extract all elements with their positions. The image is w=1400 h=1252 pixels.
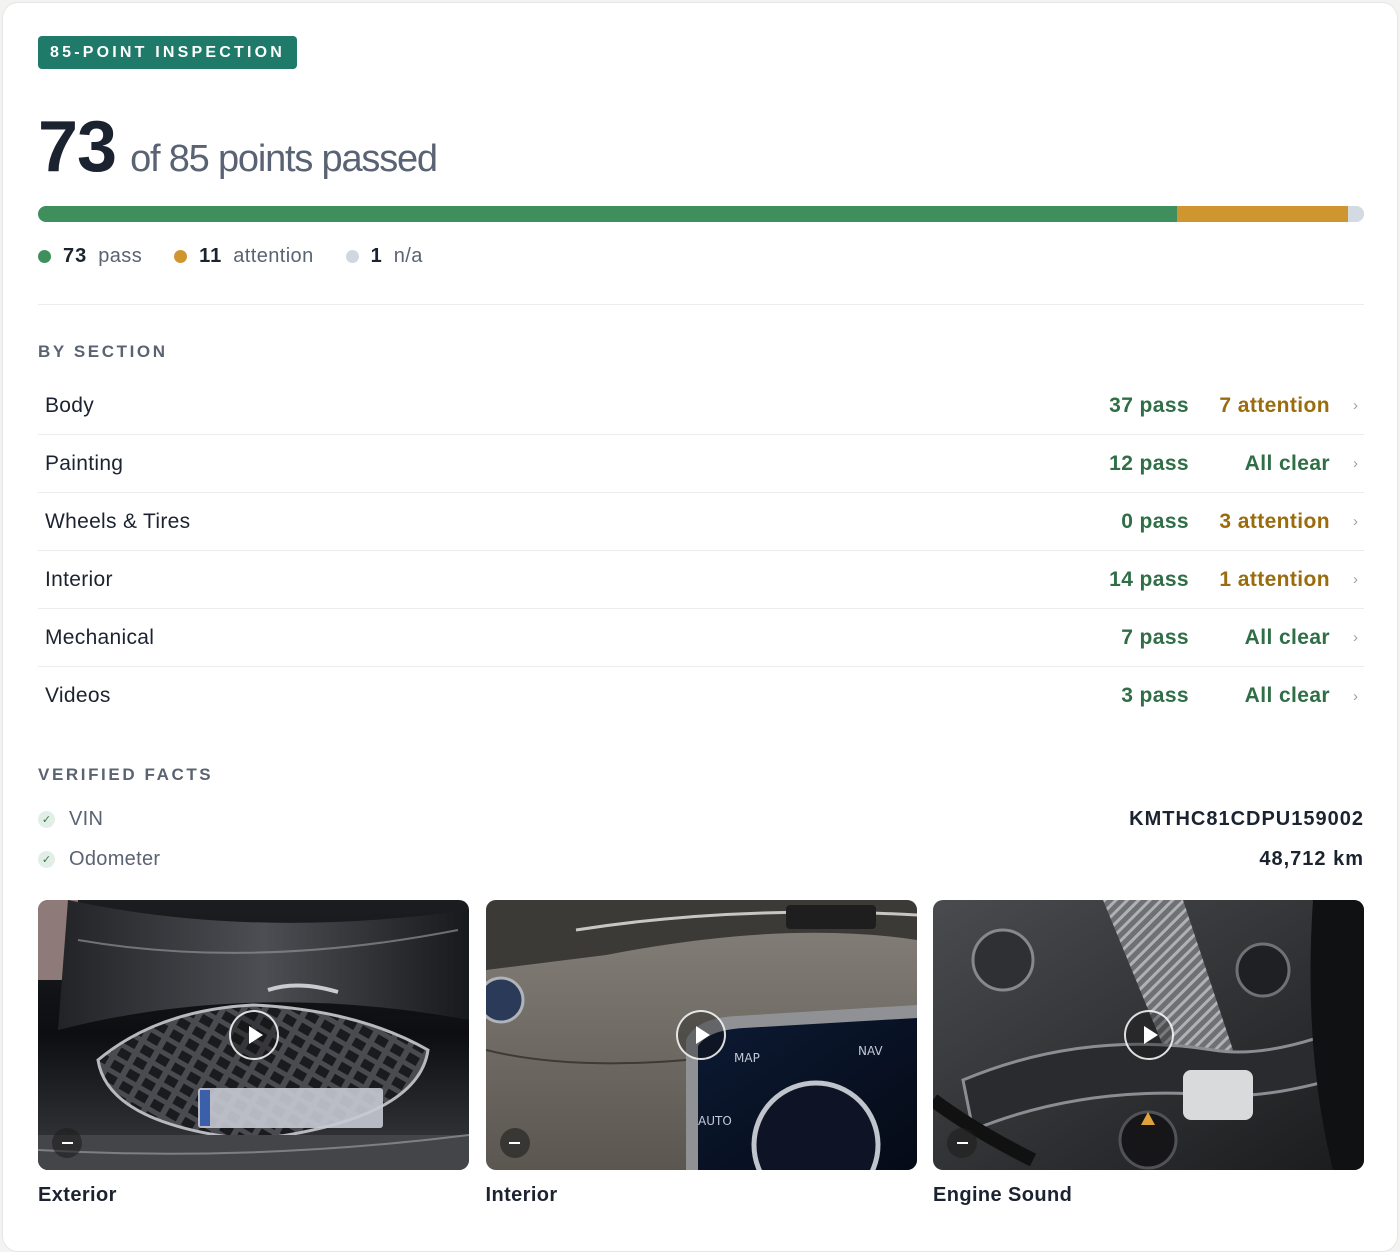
check-icon: ✓ xyxy=(38,850,55,868)
mute-icon[interactable] xyxy=(52,1128,82,1158)
fact-odometer: ✓ Odometer 48,712 km xyxy=(38,839,1364,879)
section-status: 3 attention xyxy=(1219,509,1330,533)
video-label: Interior xyxy=(485,1184,558,1206)
section-name: Painting xyxy=(45,451,124,475)
section-row-painting[interactable]: Painting 12 pass All clear › xyxy=(38,435,1364,493)
section-pass-count: 7 pass xyxy=(1121,625,1189,649)
fact-vin: ✓ VIN KMTHC81CDPU159002 xyxy=(38,799,1364,839)
video-thumbnail[interactable] xyxy=(38,900,469,1170)
video-thumbnail[interactable] xyxy=(933,900,1364,1170)
svg-text:NAV: NAV xyxy=(858,1044,883,1058)
svg-text:MAP: MAP xyxy=(734,1051,760,1065)
video-tile-exterior: Exterior xyxy=(38,900,469,1207)
progress-legend: 73 pass 11 attention 1 n/a xyxy=(38,241,455,271)
section-pass-count: 0 pass xyxy=(1121,509,1189,533)
chevron-right-icon: › xyxy=(1353,629,1358,646)
chevron-right-icon: › xyxy=(1353,571,1358,588)
legend-count: 1 xyxy=(370,244,383,267)
section-status: 1 attention xyxy=(1219,567,1330,591)
chevron-right-icon: › xyxy=(1353,687,1358,705)
video-tile-engine-sound: Engine Sound xyxy=(933,900,1364,1207)
section-name: Mechanical xyxy=(45,625,155,649)
inspection-badge: 85-POINT INSPECTION xyxy=(38,36,298,69)
video-gallery: Exterior MAP NAV AUTO Interior Engine So… xyxy=(38,900,1364,1207)
section-status: 7 attention xyxy=(1219,393,1330,417)
section-row-body[interactable]: Body 37 pass 7 attention › xyxy=(38,377,1364,435)
legend-label: pass xyxy=(98,244,143,267)
score-passed-count: 73 xyxy=(38,107,117,187)
verified-facts-list: ✓ VIN KMTHC81CDPU159002 ✓ Odometer 48,71… xyxy=(38,799,1364,879)
chevron-right-icon: › xyxy=(1353,513,1358,530)
section-status: All clear xyxy=(1244,684,1330,707)
score-summary: 73 of 85 points passed xyxy=(38,107,438,187)
section-status: All clear xyxy=(1244,625,1330,649)
legend-dot-attention xyxy=(174,249,188,263)
by-section-heading: BY SECTION xyxy=(38,342,168,361)
section-name: Interior xyxy=(45,567,113,591)
play-icon[interactable] xyxy=(1123,1010,1174,1060)
mute-icon[interactable] xyxy=(499,1128,530,1158)
section-name: Body xyxy=(45,393,95,417)
play-icon[interactable] xyxy=(676,1010,726,1060)
section-pass-count: 3 pass xyxy=(1121,684,1189,707)
section-pass-count: 14 pass xyxy=(1109,567,1189,591)
legend-count: 11 xyxy=(199,244,223,267)
section-name: Wheels & Tires xyxy=(45,509,191,533)
section-list: Body 37 pass 7 attention › Painting 12 p… xyxy=(38,377,1364,725)
section-name: Videos xyxy=(45,684,111,707)
inspection-card: 85-POINT INSPECTION 73 of 85 points pass… xyxy=(2,2,1398,1252)
chevron-right-icon: › xyxy=(1353,455,1358,472)
video-label: Exterior xyxy=(38,1184,117,1206)
legend-dot-pass xyxy=(38,249,51,263)
fact-label: Odometer xyxy=(69,847,161,870)
divider xyxy=(38,304,1364,305)
progress-segment-pass xyxy=(38,206,1177,222)
play-icon[interactable] xyxy=(228,1010,279,1060)
check-icon: ✓ xyxy=(38,810,55,828)
inspection-progress-bar xyxy=(38,206,1364,222)
chevron-right-icon: › xyxy=(1353,397,1358,414)
legend-item-na: 1 n/a xyxy=(345,244,423,268)
video-label: Engine Sound xyxy=(933,1184,1073,1206)
video-thumbnail[interactable]: MAP NAV AUTO xyxy=(485,900,917,1170)
verified-facts-heading: VERIFIED FACTS xyxy=(38,765,214,784)
fact-value: KMTHC81CDPU159002 xyxy=(1129,807,1364,830)
section-row-interior[interactable]: Interior 14 pass 1 attention › xyxy=(38,551,1364,609)
score-summary-text: of 85 points passed xyxy=(130,138,438,180)
legend-count: 73 xyxy=(63,244,88,267)
fact-label: VIN xyxy=(69,807,104,830)
section-pass-count: 37 pass xyxy=(1109,393,1189,417)
video-tile-interior: MAP NAV AUTO Interior xyxy=(485,900,917,1207)
legend-label: n/a xyxy=(393,244,423,267)
fact-value: 48,712 km xyxy=(1259,847,1364,870)
legend-item-attention: 11 attention xyxy=(174,245,314,268)
legend-dot-na xyxy=(345,249,359,263)
mute-icon[interactable] xyxy=(947,1128,977,1158)
legend-label: attention xyxy=(233,244,314,267)
section-row-videos[interactable]: Videos 3 pass All clear › xyxy=(38,667,1364,725)
section-status: All clear xyxy=(1244,451,1330,475)
section-row-wheels-tires[interactable]: Wheels & Tires 0 pass 3 attention › xyxy=(38,493,1364,551)
section-row-mechanical[interactable]: Mechanical 7 pass All clear › xyxy=(38,609,1364,667)
legend-item-pass: 73 pass xyxy=(38,245,142,268)
section-pass-count: 12 pass xyxy=(1109,451,1189,475)
progress-segment-attention xyxy=(1176,206,1349,222)
svg-text:AUTO: AUTO xyxy=(698,1114,732,1128)
progress-segment-na xyxy=(1348,206,1364,222)
